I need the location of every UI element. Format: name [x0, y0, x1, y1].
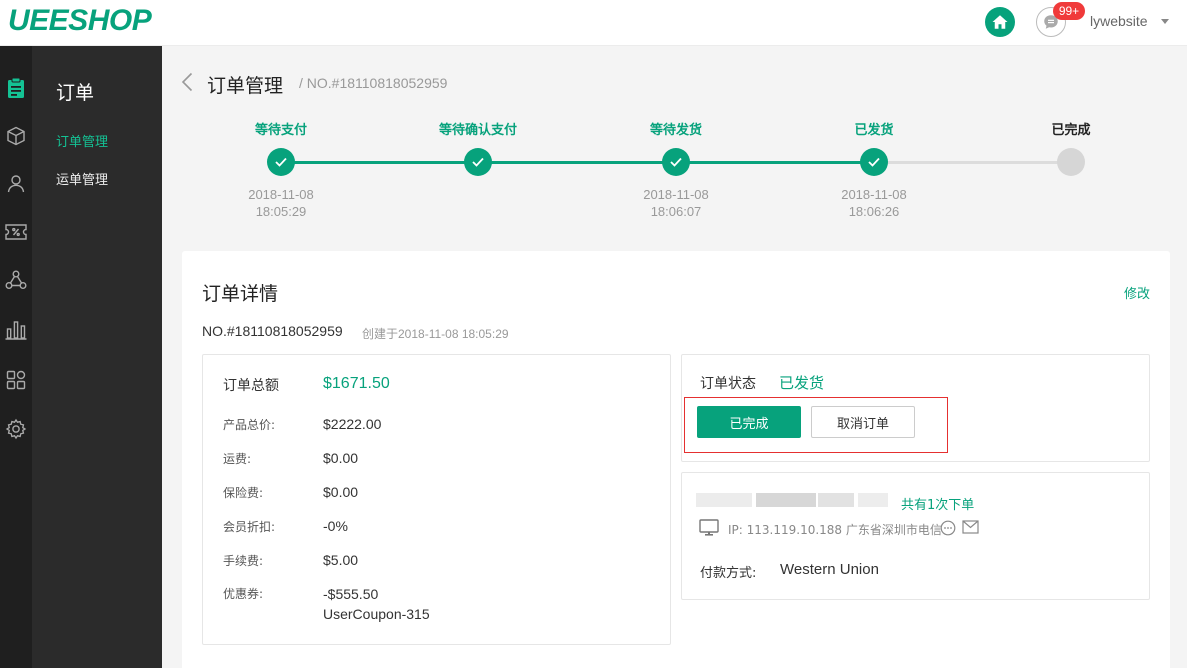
progress-line-done: [281, 161, 875, 164]
nav-products[interactable]: [0, 120, 32, 152]
logo[interactable]: UEESHOP: [8, 4, 152, 38]
complete-order-button[interactable]: 已完成: [697, 406, 801, 438]
step-dot-4: [860, 148, 888, 176]
nav-statistics[interactable]: [0, 314, 32, 346]
apps-grid-icon: [6, 370, 26, 390]
order-count-link[interactable]: 共有1次下单: [901, 494, 974, 513]
nav-apps[interactable]: [0, 364, 32, 396]
amount-summary-box: 订单总额 $1671.50 产品总价: $2222.00 运费: $0.00 保…: [202, 354, 671, 645]
coupon-value: -$555.50 UserCoupon-315: [323, 584, 430, 624]
payment-method-label: 付款方式:: [700, 566, 757, 581]
coupon-code: UserCoupon-315: [323, 606, 430, 622]
nav-settings[interactable]: [0, 413, 32, 445]
redacted-name-part: [696, 493, 752, 507]
progress-line-pending: [875, 161, 1071, 164]
insurance-label: 保险费:: [223, 486, 264, 500]
step-clock: 18:05:29: [255, 204, 307, 219]
user-icon: [7, 175, 25, 193]
step-clock: 18:06:26: [848, 204, 900, 219]
step-time-4: 2018-11-08 18:06:26: [814, 186, 934, 220]
subnav-title: 订单: [56, 82, 95, 104]
step-dot-3: [662, 148, 690, 176]
order-number: NO.#18110818052959: [202, 323, 343, 339]
page-breadcrumb-order-no: / NO.#18110818052959: [299, 75, 448, 91]
step-label-awaiting-confirmation: 等待确认支付: [438, 123, 517, 138]
check-icon: [670, 157, 682, 167]
member-discount-label: 会员折扣:: [223, 520, 276, 534]
shipping-label: 运费:: [223, 452, 252, 466]
desktop-icon: [699, 519, 719, 536]
total-amount-label: 订单总额: [223, 378, 279, 394]
step-date: 2018-11-08: [643, 187, 709, 202]
handling-fee-value: $5.00: [323, 552, 359, 568]
product-total-value: $2222.00: [323, 416, 382, 432]
home-button[interactable]: [985, 7, 1015, 37]
handling-fee-label: 手续费:: [223, 554, 264, 568]
step-dot-5: [1057, 148, 1085, 176]
step-clock: 18:06:07: [650, 204, 702, 219]
order-created-time: 创建于2018-11-08 18:05:29: [362, 327, 509, 341]
step-label-awaiting-payment: 等待支付: [254, 123, 307, 138]
shipping-value: $0.00: [323, 450, 359, 466]
coupon-label: 优惠券:: [223, 587, 264, 601]
gear-icon: [5, 418, 27, 440]
bar-chart-icon: [5, 321, 27, 340]
redacted-name-part: [858, 493, 888, 507]
back-arrow-icon[interactable]: [181, 72, 193, 92]
order-status-label: 订单状态: [700, 376, 756, 392]
step-label-awaiting-shipment: 等待发货: [649, 123, 702, 138]
sub-navigation: 订单 订单管理 运单管理: [32, 46, 162, 668]
top-bar: UEESHOP 99+ lywebsite: [0, 0, 1187, 46]
chevron-down-icon[interactable]: [1161, 19, 1169, 24]
edit-link[interactable]: 修改: [1124, 283, 1150, 302]
nav-users[interactable]: [0, 167, 32, 199]
box-icon: [7, 126, 25, 146]
clipboard-icon: [8, 77, 24, 98]
chat-bubble-icon[interactable]: [940, 520, 956, 536]
redacted-name-part: [756, 493, 816, 507]
insurance-value: $0.00: [323, 484, 359, 500]
mail-icon[interactable]: [962, 520, 979, 534]
step-time-1: 2018-11-08 18:05:29: [221, 186, 341, 220]
step-date: 2018-11-08: [248, 187, 314, 202]
subnav-item-shipment-management[interactable]: 运单管理: [56, 169, 108, 188]
check-icon: [275, 157, 287, 167]
step-date: 2018-11-08: [841, 187, 907, 202]
check-icon: [868, 157, 880, 167]
customer-ip: IP: 113.119.10.188 广东省深圳市电信: [728, 523, 942, 537]
coupon-icon: [5, 224, 27, 240]
page-title: 订单管理: [207, 75, 284, 97]
nav-orders[interactable]: [0, 72, 32, 104]
card-title: 订单详情: [202, 283, 279, 305]
step-time-3: 2018-11-08 18:06:07: [616, 186, 736, 220]
total-amount-value: $1671.50: [323, 375, 390, 392]
coupon-amount: -$555.50: [323, 586, 379, 602]
username[interactable]: lywebsite: [1090, 13, 1148, 29]
payment-method-value: Western Union: [780, 561, 879, 578]
nav-distribution[interactable]: [0, 264, 32, 296]
step-label-completed: 已完成: [1051, 123, 1091, 138]
nav-coupons[interactable]: [0, 216, 32, 248]
redacted-name-part: [818, 493, 854, 507]
icon-sidebar: [0, 46, 32, 668]
order-details-card: 订单详情 修改 NO.#18110818052959 创建于2018-11-08…: [182, 251, 1170, 668]
subnav-item-order-management[interactable]: 订单管理: [56, 131, 108, 150]
check-icon: [472, 157, 484, 167]
message-count-badge: 99+: [1053, 2, 1085, 20]
order-status-value: 已发货: [779, 374, 825, 392]
step-dot-1: [267, 148, 295, 176]
cancel-order-button[interactable]: 取消订单: [811, 406, 915, 438]
step-dot-2: [464, 148, 492, 176]
home-icon: [992, 15, 1008, 29]
member-discount-value: -0%: [323, 518, 348, 534]
product-total-label: 产品总价:: [223, 418, 276, 432]
step-label-shipped: 已发货: [854, 123, 894, 138]
share-network-icon: [5, 270, 27, 289]
